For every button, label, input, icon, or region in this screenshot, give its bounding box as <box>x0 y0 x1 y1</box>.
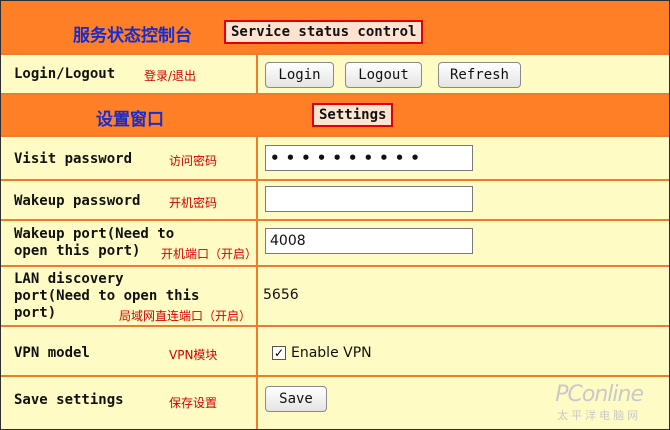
login-button[interactable]: Login <box>265 62 334 88</box>
header-title-cn: 服务状态控制台 <box>73 26 192 46</box>
wakeup-password-input[interactable] <box>265 186 473 212</box>
lan-port-label-line2: port(Need to open this <box>14 288 200 304</box>
watermark-brand-cn: 太平洋电脑网 <box>557 409 642 422</box>
watermark-brand: PConline <box>555 382 644 407</box>
save-settings-label: Save settings <box>14 392 124 408</box>
header-title-en: Service status control <box>224 20 424 44</box>
wakeup-port-row: Wakeup port(Need to open this port) 开机端口… <box>1 221 669 267</box>
settings-title-en: Settings <box>312 103 394 127</box>
pconline-watermark: PConline 太平洋电脑网 <box>555 382 644 423</box>
service-panel: 服务状态控制台 Service status control Login/Log… <box>0 0 670 430</box>
visit-password-label-cn: 访问密码 <box>169 154 218 168</box>
lan-port-label-line3: port) <box>14 305 57 321</box>
header-settings: 设置窗口 Settings <box>1 95 669 137</box>
vpn-label: VPN model <box>14 345 90 361</box>
save-button[interactable]: Save <box>265 386 327 412</box>
wakeup-port-label-cn: 开机端口（开启） <box>161 247 258 261</box>
lan-port-value: 5656 <box>263 287 299 303</box>
logout-button[interactable]: Logout <box>345 62 422 88</box>
wakeup-port-label-line1: Wakeup port(Need to <box>14 226 175 242</box>
visit-password-label: Visit password <box>14 151 133 167</box>
visit-password-input[interactable]: •••••••••• <box>265 145 473 171</box>
login-logout-row: Login/Logout 登录/退出 Login Logout Refresh <box>1 55 669 95</box>
header-service-status: 服务状态控制台 Service status control <box>1 1 669 55</box>
enable-vpn-checkbox[interactable]: ✓ <box>272 346 286 360</box>
vpn-label-cn: VPN模块 <box>169 348 218 362</box>
wakeup-password-label-cn: 开机密码 <box>169 196 218 210</box>
wakeup-password-row: Wakeup password 开机密码 <box>1 181 669 221</box>
lan-discovery-row: LAN discovery port(Need to open this por… <box>1 267 669 327</box>
wakeup-password-label: Wakeup password <box>14 193 141 209</box>
lan-port-label-line1: LAN discovery <box>14 271 124 287</box>
settings-title-cn: 设置窗口 <box>96 110 164 130</box>
login-logout-label-cn: 登录/退出 <box>144 69 197 83</box>
login-logout-label: Login/Logout <box>14 66 116 82</box>
lan-port-label-cn: 局域网直连端口（开启） <box>119 309 252 323</box>
save-settings-label-cn: 保存设置 <box>169 396 218 410</box>
wakeup-port-label-line2: open this port) <box>14 243 141 259</box>
wakeup-port-input[interactable]: 4008 <box>265 228 473 254</box>
vpn-row: VPN model VPN模块 ✓ Enable VPN <box>1 327 669 377</box>
enable-vpn-label[interactable]: Enable VPN <box>291 345 372 361</box>
visit-password-row: Visit password 访问密码 •••••••••• <box>1 137 669 181</box>
refresh-button[interactable]: Refresh <box>438 62 521 88</box>
